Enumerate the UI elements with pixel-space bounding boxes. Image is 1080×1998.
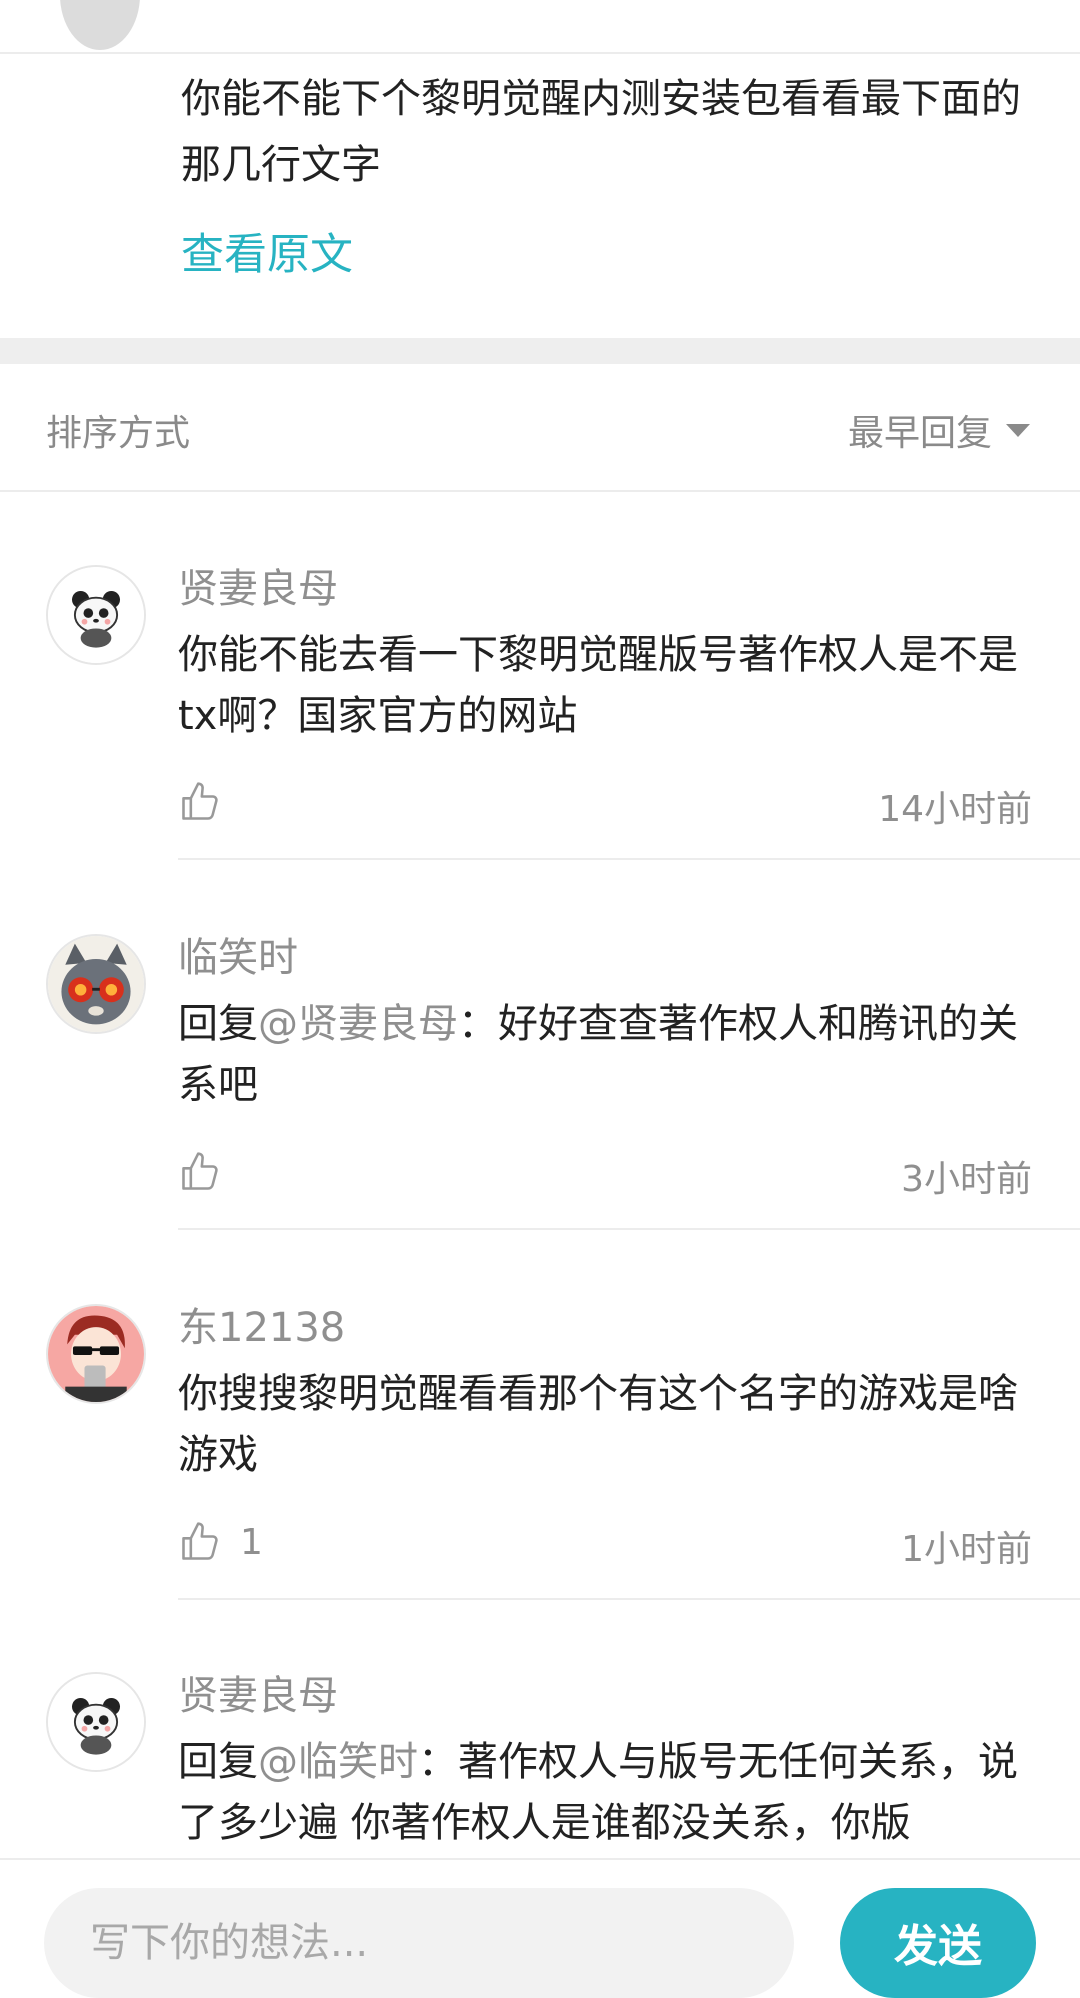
divider <box>178 858 1080 860</box>
timestamp: 14小时前 <box>878 789 1032 830</box>
panda-avatar-icon <box>48 567 144 663</box>
thumbs-up-icon <box>182 1152 218 1190</box>
comment-text: 你能不能去看一下黎明觉醒版号著作权人是不是tx啊？国家官方的网站 <box>178 632 1018 739</box>
panda-avatar-icon <box>48 1674 144 1770</box>
comment-text: 你搜搜黎明觉醒看看那个有这个名字的游戏是啥游戏 <box>178 1371 1018 1478</box>
username[interactable]: 临笑时 <box>178 925 298 983</box>
avatar[interactable] <box>46 1304 146 1404</box>
mention-link[interactable]: @临笑时 <box>258 1739 418 1785</box>
original-avatar[interactable] <box>60 0 140 50</box>
timestamp: 3小时前 <box>901 1159 1032 1200</box>
like-button[interactable] <box>178 1150 240 1194</box>
like-count: 1 <box>240 1521 263 1563</box>
thumbs-up-icon <box>182 782 218 820</box>
comment-composer: 发送 <box>0 1858 1080 1998</box>
comment-input[interactable] <box>44 1888 794 1998</box>
sort-label: 排序方式 <box>46 413 191 454</box>
sort-bar: 排序方式 最早回复 <box>0 364 1080 492</box>
sort-dropdown[interactable]: 最早回复 <box>848 404 1030 456</box>
original-comment-text: 你能不能下个黎明觉醒内测安装包看看最下面的那几行文字 <box>181 76 1021 188</box>
avatar[interactable] <box>46 934 146 1034</box>
username[interactable]: 东12138 <box>178 1295 345 1353</box>
comment-text: 回复@贤妻良母：好好查查著作权人和腾讯的关系吧 <box>178 1001 1018 1108</box>
divider <box>178 1598 1080 1600</box>
caret-down-icon <box>1006 423 1030 437</box>
cat-avatar-icon <box>48 936 144 1032</box>
like-button[interactable]: 1 <box>178 1520 263 1564</box>
sort-selected-value: 最早回复 <box>847 413 992 454</box>
mention-link[interactable]: @贤妻良母 <box>258 1001 458 1047</box>
username[interactable]: 贤妻良母 <box>178 556 338 614</box>
cartoon-boy-avatar-icon <box>48 1306 144 1402</box>
comment-text: 回复@临笑时：著作权人与版号无任何关系，说了多少遍 你著作权人是谁都没关系，你版 <box>178 1739 1018 1846</box>
top-bar <box>0 0 1080 54</box>
like-button[interactable] <box>178 780 240 824</box>
avatar[interactable] <box>46 1672 146 1772</box>
divider <box>178 1228 1080 1230</box>
thumbs-up-icon <box>182 1522 218 1560</box>
section-divider <box>0 338 1080 364</box>
view-original-link[interactable]: 查看原文 <box>181 220 353 282</box>
avatar[interactable] <box>46 565 146 665</box>
username[interactable]: 贤妻良母 <box>178 1663 338 1721</box>
timestamp: 1小时前 <box>901 1529 1032 1570</box>
send-button[interactable]: 发送 <box>840 1888 1036 1998</box>
